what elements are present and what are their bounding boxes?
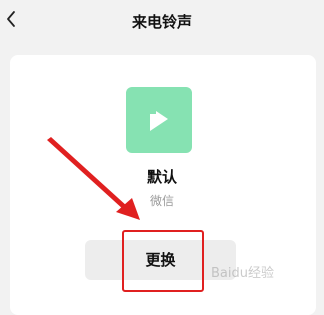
highlight-box bbox=[122, 230, 204, 292]
watermark: Baidu经验 bbox=[211, 266, 274, 281]
